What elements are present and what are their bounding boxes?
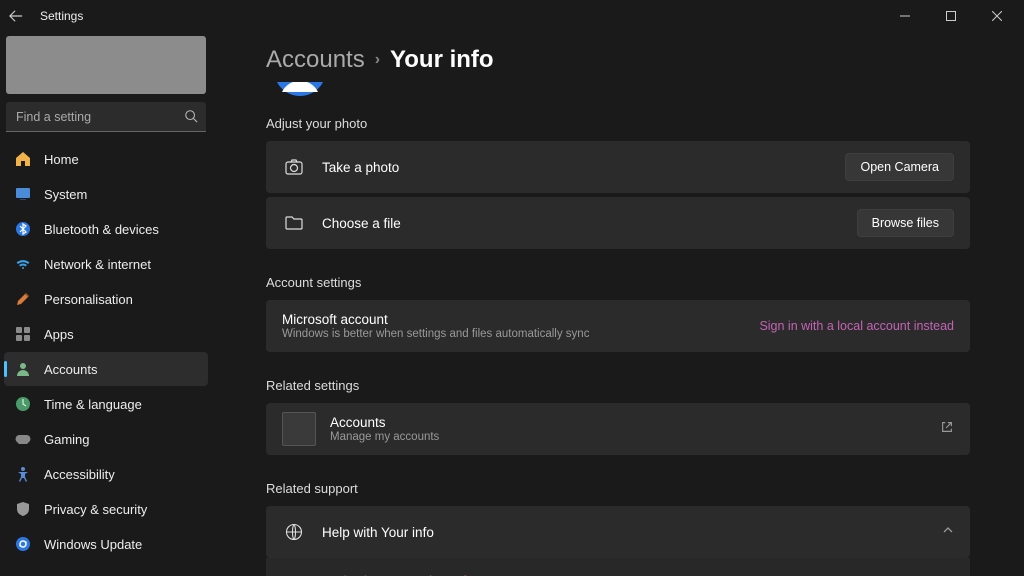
card-take-photo: Take a photo Open Camera bbox=[266, 141, 970, 193]
sidebar-item-bluetooth[interactable]: Bluetooth & devices bbox=[4, 212, 208, 246]
titlebar: Settings bbox=[0, 0, 1024, 32]
sidebar-item-gaming[interactable]: Gaming bbox=[4, 422, 208, 456]
section-label-related-support: Related support bbox=[266, 481, 970, 496]
sidebar-item-time-language[interactable]: Time & language bbox=[4, 387, 208, 421]
sidebar-item-privacy[interactable]: Privacy & security bbox=[4, 492, 208, 526]
sidebar-item-label: System bbox=[44, 187, 87, 202]
card-title: Help with Your info bbox=[322, 525, 942, 540]
sidebar-item-label: Windows Update bbox=[44, 537, 142, 552]
gaming-icon bbox=[14, 431, 32, 447]
sidebar-item-network[interactable]: Network & internet bbox=[4, 247, 208, 281]
sidebar-item-label: Network & internet bbox=[44, 257, 151, 272]
close-icon bbox=[992, 11, 1002, 21]
breadcrumb: Accounts › Your info bbox=[266, 46, 970, 74]
profile-avatar-slice bbox=[274, 82, 326, 100]
sidebar-item-label: Home bbox=[44, 152, 79, 167]
sidebar-item-personalisation[interactable]: Personalisation bbox=[4, 282, 208, 316]
sidebar-item-label: Accessibility bbox=[44, 467, 115, 482]
sidebar-item-label: Personalisation bbox=[44, 292, 133, 307]
person-icon bbox=[14, 361, 32, 377]
folder-icon bbox=[282, 213, 306, 233]
search-input[interactable] bbox=[6, 102, 206, 132]
globe-clock-icon bbox=[14, 396, 32, 412]
card-accounts[interactable]: Accounts Manage my accounts bbox=[266, 403, 970, 455]
section-label-adjust-photo: Adjust your photo bbox=[266, 116, 970, 131]
sidebar-item-system[interactable]: System bbox=[4, 177, 208, 211]
sidebar-item-label: Accounts bbox=[44, 362, 97, 377]
sidebar-item-accessibility[interactable]: Accessibility bbox=[4, 457, 208, 491]
home-icon bbox=[14, 151, 32, 167]
breadcrumb-parent[interactable]: Accounts bbox=[266, 46, 365, 74]
open-external-icon[interactable] bbox=[940, 420, 954, 439]
card-subtitle: Manage my accounts bbox=[330, 431, 940, 443]
bluetooth-icon bbox=[14, 221, 32, 237]
minimize-icon bbox=[900, 11, 910, 21]
card-title: Choose a file bbox=[322, 216, 857, 231]
card-title: Take a photo bbox=[322, 160, 845, 175]
open-camera-button[interactable]: Open Camera bbox=[845, 153, 954, 181]
sidebar-item-windows-update[interactable]: Windows Update bbox=[4, 527, 208, 561]
chevron-right-icon: › bbox=[375, 51, 380, 69]
sidebar: Home System Bluetooth & devices Network … bbox=[0, 32, 212, 576]
sidebar-item-accounts[interactable]: Accounts bbox=[4, 352, 208, 386]
sidebar-item-label: Gaming bbox=[44, 432, 90, 447]
globe-icon bbox=[282, 523, 306, 541]
arrow-left-icon bbox=[9, 9, 23, 23]
sidebar-item-label: Apps bbox=[44, 327, 74, 342]
local-account-link[interactable]: Sign in with a local account instead bbox=[759, 319, 954, 333]
minimize-button[interactable] bbox=[882, 0, 928, 32]
window-title: Settings bbox=[40, 9, 83, 23]
shield-icon bbox=[14, 501, 32, 517]
user-info-panel[interactable] bbox=[6, 36, 206, 94]
accounts-thumbnail bbox=[282, 412, 316, 446]
maximize-button[interactable] bbox=[928, 0, 974, 32]
sidebar-item-apps[interactable]: Apps bbox=[4, 317, 208, 351]
sidebar-item-label: Privacy & security bbox=[44, 502, 147, 517]
page-title: Your info bbox=[390, 46, 494, 74]
close-button[interactable] bbox=[974, 0, 1020, 32]
card-title: Accounts bbox=[330, 415, 940, 430]
browse-files-button[interactable]: Browse files bbox=[857, 209, 954, 237]
paint-icon bbox=[14, 291, 32, 307]
nav-list: Home System Bluetooth & devices Network … bbox=[4, 142, 208, 561]
sidebar-item-label: Time & language bbox=[44, 397, 142, 412]
section-label-related-settings: Related settings bbox=[266, 378, 970, 393]
section-label-account-settings: Account settings bbox=[266, 275, 970, 290]
card-subtitle: Windows is better when settings and file… bbox=[282, 328, 759, 340]
card-choose-file: Choose a file Browse files bbox=[266, 197, 970, 249]
chevron-up-icon bbox=[942, 523, 954, 541]
card-title: Microsoft account bbox=[282, 312, 759, 327]
sidebar-item-home[interactable]: Home bbox=[4, 142, 208, 176]
camera-icon bbox=[282, 157, 306, 177]
sidebar-item-label: Bluetooth & devices bbox=[44, 222, 159, 237]
card-microsoft-account: Microsoft account Windows is better when… bbox=[266, 300, 970, 352]
update-icon bbox=[14, 536, 32, 552]
maximize-icon bbox=[946, 11, 956, 21]
back-button[interactable] bbox=[4, 4, 28, 28]
system-icon bbox=[14, 186, 32, 202]
card-help-your-info[interactable]: Help with Your info bbox=[266, 506, 970, 558]
apps-icon bbox=[14, 326, 32, 342]
card-ms-login-help[interactable]: Logging in to your Microsoft account bbox=[266, 558, 970, 576]
accessibility-icon bbox=[14, 466, 32, 482]
main-content: Accounts › Your info Adjust your photo T… bbox=[212, 32, 1024, 576]
wifi-icon bbox=[14, 256, 32, 272]
